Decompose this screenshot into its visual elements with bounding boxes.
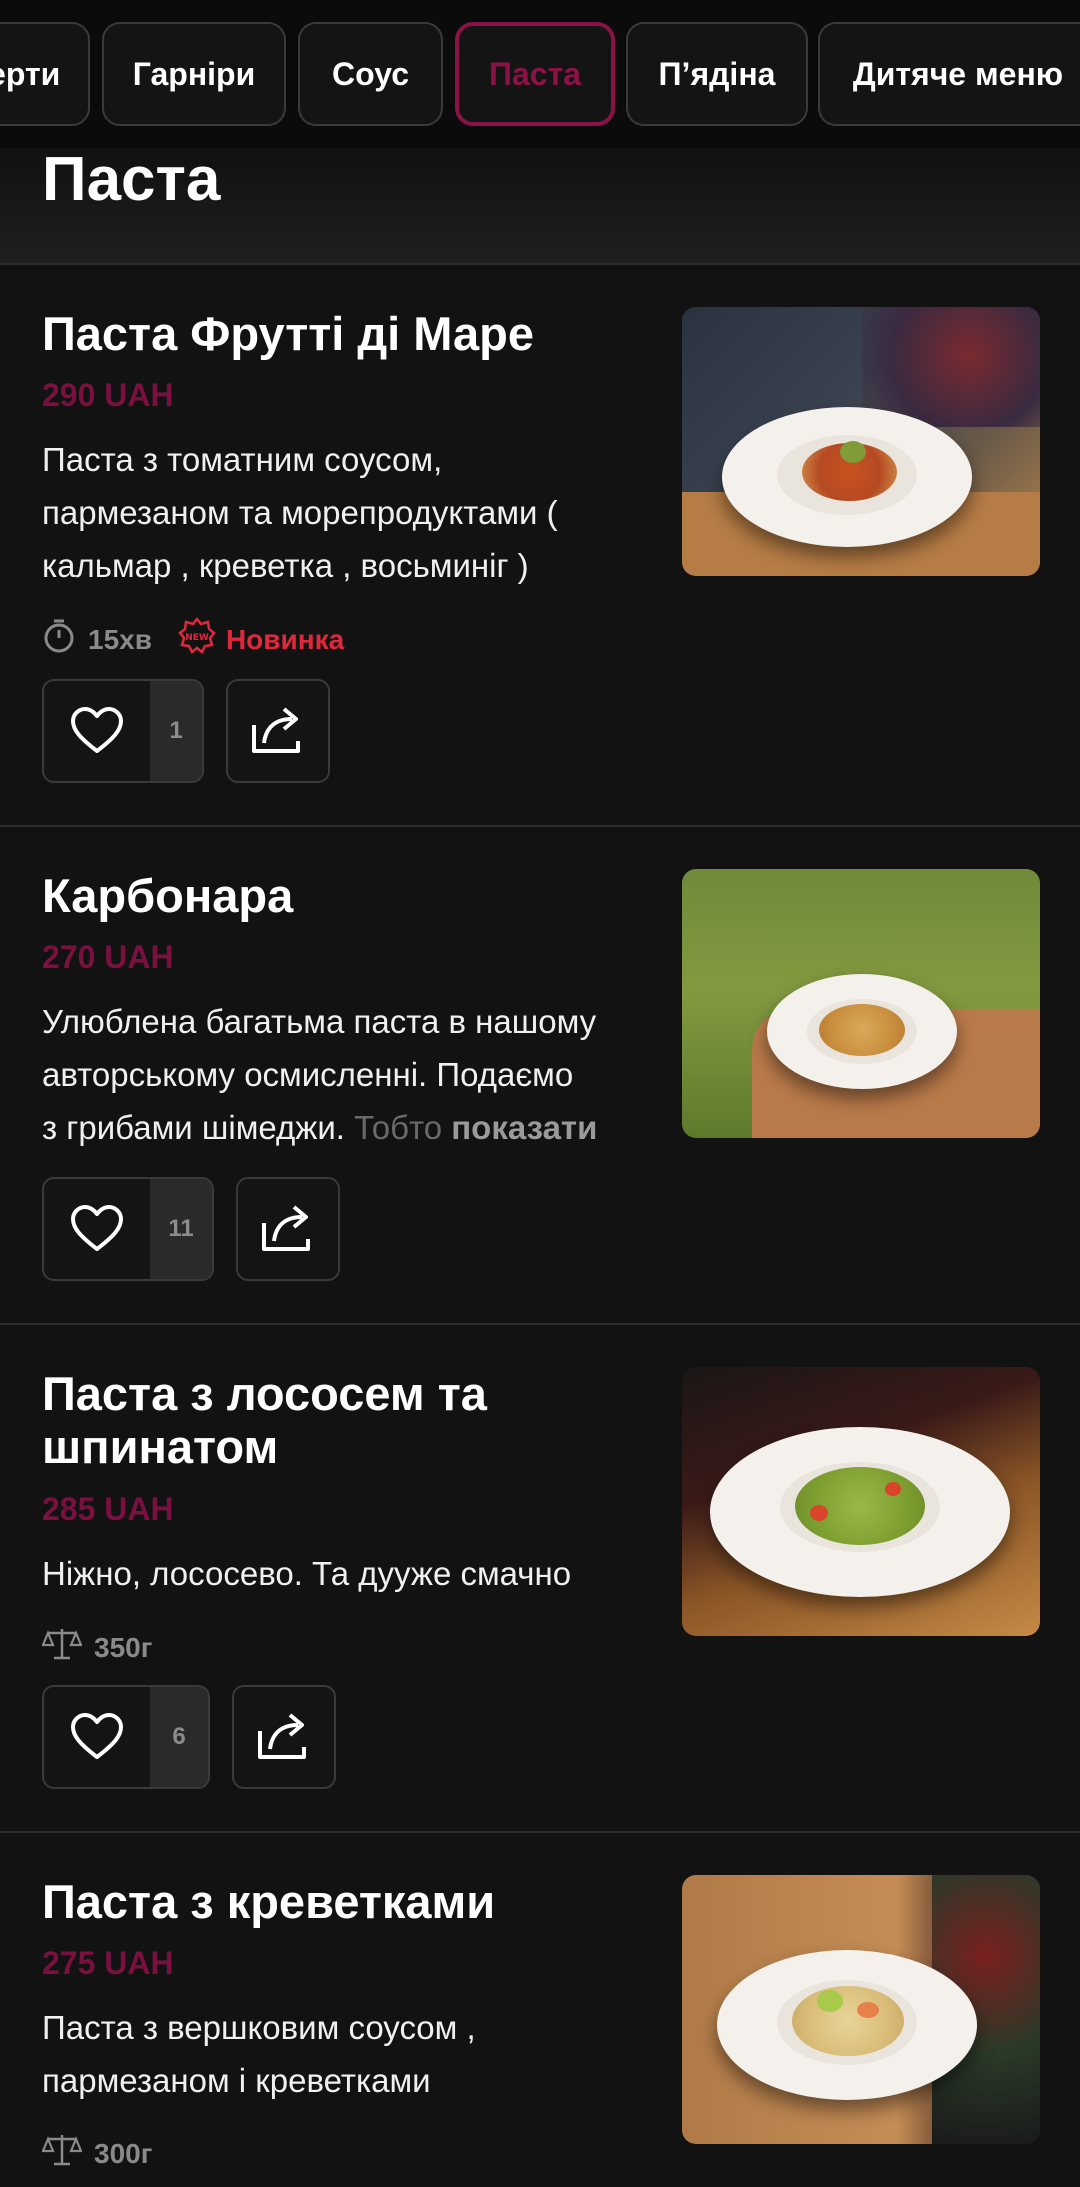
menu-item[interactable]: Карбонара 270 UAH Улюблена багатьма паст… [0,827,1080,1325]
heart-icon [44,681,150,781]
share-button[interactable] [232,1685,336,1789]
share-icon [250,703,306,760]
like-count: 6 [150,1687,208,1787]
item-description: Ніжно, лососево. Та дууже смачно [42,1555,572,1592]
share-icon [260,1201,316,1258]
menu-item[interactable]: Паста Фрутті ді Маре 290 UAH Паста з том… [0,265,1080,827]
tab-label: Гарніри [132,55,256,92]
item-weight: 300г [94,2137,153,2169]
item-meta: 350г [41,1627,153,1668]
like-button[interactable]: 6 [42,1685,210,1789]
item-name: Паста з креветками [42,1875,496,1928]
salmon-pasta-photo[interactable] [682,1367,1040,1636]
heart-icon [44,1687,150,1787]
like-button[interactable]: 11 [42,1177,214,1281]
tab-sauce[interactable]: Соус [298,22,443,126]
tab-pasta[interactable]: Паста [455,22,615,126]
new-badge: NEW Новинка [178,616,345,662]
tab-label: П’ядіна [658,55,776,92]
item-price: 270 UAH [42,939,174,975]
menu-item[interactable]: Паста з лососем та шпинатом 285 UAH Ніжн… [0,1325,1080,1833]
show-more-link[interactable]: показати [451,1109,597,1146]
share-button[interactable] [236,1177,340,1281]
item-price: 290 UAH [42,377,174,413]
item-price: 275 UAH [42,1945,174,1981]
item-actions: 6 [42,1685,336,1789]
tab-label: Дитяче меню [852,55,1064,92]
section-header: Паста [0,148,1080,265]
cook-time: 15хв [88,623,152,655]
item-meta: 300г [41,2133,153,2174]
item-name: Карбонара [42,869,294,922]
tab-label: Соус [331,55,410,92]
tab-label: Десерти [0,55,61,92]
like-button[interactable]: 1 [42,679,204,783]
shrimp-pasta-photo[interactable] [682,1875,1040,2144]
item-meta: 15хв NEW Новинка [42,616,345,662]
scale-icon [41,2133,83,2174]
share-button[interactable] [226,679,330,783]
new-badge-label: Новинка [225,623,345,655]
menu-item[interactable]: Паста з креветками 275 UAH Паста з вершк… [0,1833,1080,2187]
heart-icon [44,1179,150,1279]
item-name: Паста з лососем та шпинатом [42,1367,487,1473]
item-actions: 1 [42,679,330,783]
stopwatch-icon [42,618,76,661]
tab-label: Паста [488,55,582,92]
scale-icon [41,1627,83,1668]
item-description: Паста з томатним соусом, пармезаном та м… [42,441,558,584]
tab-sides[interactable]: Гарніри [102,22,286,126]
item-description: Улюблена багатьма паста в нашому авторсь… [42,1003,598,1146]
item-price: 285 UAH [42,1491,174,1527]
pasta-seafood-photo[interactable] [682,307,1040,576]
item-weight: 350г [94,1631,153,1663]
tab-kids-menu[interactable]: Дитяче меню [818,22,1080,126]
like-count: 11 [150,1179,212,1279]
category-tabs: Десерти Гарніри Соус Паста П’ядіна Дитяч… [0,0,1080,148]
svg-text:NEW: NEW [185,633,209,643]
item-name: Паста Фрутті ді Маре [42,307,535,360]
item-description: Паста з вершковим соусом , пармезаном і … [42,2009,476,2099]
carbonara-photo[interactable] [682,869,1040,1138]
new-badge-icon: NEW [178,616,216,662]
tab-desserts[interactable]: Десерти [0,22,90,126]
share-icon [256,1709,312,1766]
like-count: 1 [150,681,202,781]
tab-piadina[interactable]: П’ядіна [626,22,808,126]
section-title: Паста [42,145,221,214]
item-actions: 11 [42,1177,340,1281]
